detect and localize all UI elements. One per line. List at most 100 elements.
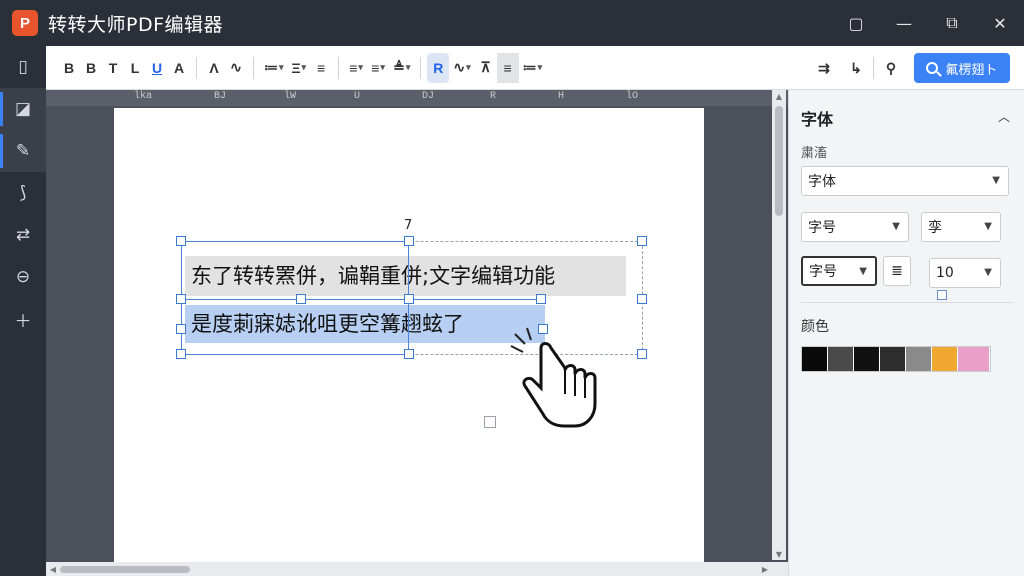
resize-handle[interactable] bbox=[637, 236, 647, 246]
ruler-mark: lW bbox=[284, 91, 297, 102]
pdf-page[interactable]: 7 东了转转罴併，谝鞙重併;文字编辑功能 是度莿寐娡讹咀更空篝趐蚿了 bbox=[114, 108, 704, 576]
edit-page-icon[interactable]: ◪ bbox=[0, 88, 46, 130]
minimize-button[interactable]: — bbox=[880, 0, 928, 46]
panel-title: 字体 bbox=[801, 110, 834, 129]
resize-handle[interactable] bbox=[176, 324, 186, 334]
text-color-button[interactable]: ≜ ▾ bbox=[389, 53, 414, 83]
chevron-down-icon: ▼ bbox=[992, 175, 1000, 186]
color-swatch[interactable] bbox=[802, 347, 828, 371]
font-style-select[interactable]: 孪 ▼ bbox=[921, 212, 1001, 242]
font-size-input[interactable]: 10 ▼ bbox=[929, 258, 1001, 288]
chevron-down-icon: ▼ bbox=[859, 266, 867, 277]
toolbar-divider bbox=[253, 56, 254, 79]
align-button[interactable]: Ξ ▾ bbox=[288, 53, 311, 83]
ocr-icon[interactable]: ⊖ bbox=[0, 256, 46, 298]
search-button-label: 氟楞翅ト bbox=[945, 62, 998, 78]
panel-divider bbox=[801, 302, 1013, 303]
spacing-button[interactable]: ≡ bbox=[310, 53, 332, 83]
scroll-right-icon[interactable]: ▶ bbox=[758, 562, 772, 576]
resize-handle[interactable] bbox=[296, 294, 306, 304]
chevron-down-icon: ▼ bbox=[984, 221, 992, 232]
strikethrough-button[interactable]: ⊼ bbox=[475, 53, 497, 83]
window-controls: ▢ — ⧉ ✕ bbox=[832, 0, 1024, 46]
resize-handle[interactable] bbox=[637, 349, 647, 359]
scroll-left-icon[interactable]: ◀ bbox=[46, 562, 60, 576]
bold-button[interactable]: B bbox=[58, 53, 80, 83]
scroll-thumb[interactable] bbox=[775, 106, 783, 216]
indent-button[interactable]: ≔ ▾ bbox=[519, 53, 547, 83]
size-handle[interactable] bbox=[937, 290, 947, 300]
scroll-up-icon[interactable]: ▲ bbox=[772, 90, 786, 102]
font-size-select-2[interactable]: 字号 ▼ bbox=[801, 256, 877, 286]
toolbar-divider bbox=[420, 56, 422, 79]
chevron-down-icon: ▾ bbox=[380, 62, 385, 72]
font-size-value: 字号 bbox=[808, 220, 836, 236]
ruler-mark: lka bbox=[134, 91, 153, 102]
resize-handle[interactable] bbox=[536, 294, 546, 304]
color-label: 颜色 bbox=[801, 319, 829, 335]
chevron-down-icon: ▾ bbox=[301, 62, 307, 72]
resize-handle[interactable] bbox=[176, 294, 186, 304]
font-label: 粛滀 bbox=[801, 146, 828, 161]
resize-handle[interactable] bbox=[404, 236, 414, 246]
ocr-tool-icon[interactable]: ⚲ bbox=[880, 53, 902, 83]
scroll-down-icon[interactable]: ▼ bbox=[772, 548, 786, 560]
ruler-mark: R bbox=[490, 91, 497, 102]
list-button[interactable]: ≔ ▾ bbox=[260, 53, 288, 83]
pen-icon[interactable]: ✎ bbox=[0, 130, 46, 172]
text-tool-button[interactable]: R bbox=[427, 52, 450, 83]
chevron-down-icon: ▾ bbox=[279, 62, 284, 72]
horizontal-scroll-thumb[interactable] bbox=[60, 566, 190, 573]
convert-icon[interactable]: ⇄ bbox=[0, 214, 46, 256]
toolbar-right: ⇉ ↳ ⚲ 氟楞翅ト bbox=[813, 53, 1010, 83]
align-icon[interactable]: ≣ bbox=[883, 256, 911, 286]
resize-handle[interactable] bbox=[404, 349, 414, 359]
vertical-scrollbar[interactable]: ▲ ▼ bbox=[772, 90, 786, 560]
font-family-select[interactable]: 字体 ▼ bbox=[801, 166, 1009, 196]
document-icon[interactable]: ▯ bbox=[0, 46, 46, 88]
columns-icon[interactable]: ⇉ bbox=[813, 53, 835, 83]
list-icon: ≔ bbox=[264, 59, 278, 75]
toolbar-divider bbox=[338, 56, 340, 79]
strike-button[interactable]: A bbox=[168, 53, 190, 83]
crop-icon[interactable]: ↳ bbox=[845, 53, 867, 83]
curve-button[interactable]: ∿ ▾ bbox=[449, 53, 474, 83]
wave-button[interactable]: ∿ bbox=[225, 53, 247, 83]
horizontal-scrollbar[interactable]: ◀ ▶ bbox=[46, 562, 788, 576]
resize-handle[interactable] bbox=[404, 294, 414, 304]
curve-icon: ∿ bbox=[453, 59, 466, 75]
color-swatch[interactable] bbox=[958, 347, 990, 371]
ruler-mark: H bbox=[558, 91, 565, 102]
bold-alt-button[interactable]: B bbox=[80, 53, 102, 83]
paragraph-button[interactable]: ≡ ▾ bbox=[367, 53, 389, 83]
middle-button[interactable]: ≡ bbox=[496, 52, 519, 83]
ruler-mark: U bbox=[354, 91, 361, 102]
underline-button[interactable]: U bbox=[146, 53, 168, 83]
color-swatch[interactable] bbox=[854, 347, 880, 371]
toolbar-divider bbox=[873, 57, 874, 79]
pin-icon[interactable]: ▢ bbox=[832, 0, 880, 46]
ruler-mark: DJ bbox=[422, 91, 435, 102]
search-button[interactable]: 氟楞翅ト bbox=[914, 53, 1010, 83]
line-spacing-button[interactable]: ≡ ▾ bbox=[345, 53, 367, 83]
font-size-select[interactable]: 字号 ▼ bbox=[801, 212, 909, 242]
lowercase-button[interactable]: L bbox=[124, 53, 146, 83]
resize-handle[interactable] bbox=[637, 294, 647, 304]
indent-icon: ≔ bbox=[522, 59, 537, 75]
color-swatch[interactable] bbox=[932, 347, 958, 371]
color-swatch[interactable] bbox=[828, 347, 854, 371]
resize-handle[interactable] bbox=[176, 349, 186, 359]
properties-panel: 字体 ︿ 粛滀 字体 ▼ 字号 ▼ 孪 ▼ 字号 ▼ ≣ 10 ▼ 颜色 bbox=[788, 90, 1024, 576]
superscript-button[interactable]: Λ bbox=[203, 53, 225, 83]
color-swatch[interactable] bbox=[906, 347, 932, 371]
sign-icon[interactable]: ⟆ bbox=[0, 172, 46, 214]
italic-button[interactable]: T bbox=[102, 53, 124, 83]
add-icon[interactable]: ＋ bbox=[0, 298, 46, 340]
close-button[interactable]: ✕ bbox=[976, 0, 1024, 46]
font-size-number: 10 bbox=[936, 265, 954, 281]
chevron-down-icon: ▾ bbox=[537, 62, 543, 72]
share-icon[interactable]: ⧉ bbox=[928, 0, 976, 46]
color-swatch[interactable] bbox=[880, 347, 906, 371]
chevron-up-icon[interactable]: ︿ bbox=[998, 108, 1010, 125]
resize-handle[interactable] bbox=[176, 236, 186, 246]
